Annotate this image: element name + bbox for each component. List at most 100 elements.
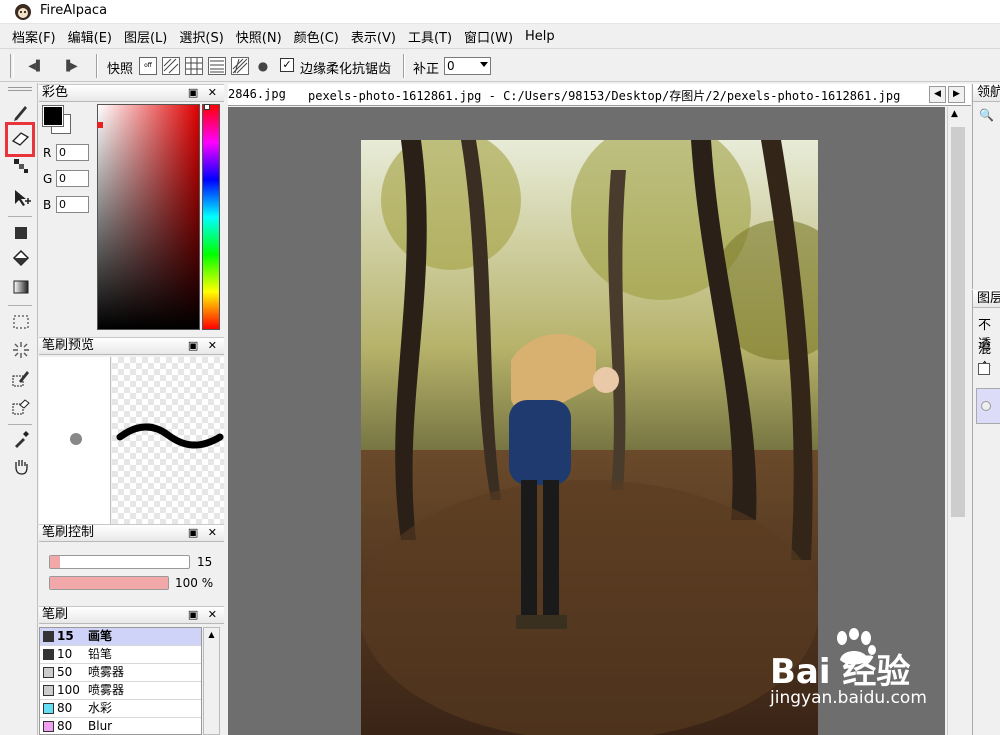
snap-concentric-icon[interactable]: [208, 57, 226, 75]
brush-list-scrollbar[interactable]: ▲: [203, 627, 220, 735]
brush-opacity-slider[interactable]: [49, 576, 169, 590]
brush-panel-header: 笔刷 ▣ ✕: [39, 606, 224, 624]
brush-list-item[interactable]: 50 喷雾器: [40, 664, 201, 682]
menu-snap[interactable]: 快照(N): [236, 27, 282, 46]
sv-marker[interactable]: [97, 122, 103, 128]
brush-preview-panel: 笔刷预览 ▣ ✕: [39, 337, 224, 524]
menu-layer[interactable]: 图层(L): [124, 27, 167, 46]
menu-view[interactable]: 表示(V): [351, 27, 396, 46]
fill-rect-tool-icon[interactable]: [10, 222, 32, 244]
r-input[interactable]: 0: [56, 144, 89, 161]
tab-scroll-right-icon[interactable]: ▶: [948, 86, 965, 103]
canvas-photo[interactable]: [361, 140, 818, 735]
panel-controls-icon[interactable]: ▣ ✕: [188, 338, 220, 354]
brush-size: 15: [57, 629, 74, 643]
brush-list-item[interactable]: 80 Blur: [40, 718, 201, 735]
snap-radial-icon[interactable]: [231, 57, 249, 75]
select-pen-tool-icon[interactable]: [10, 367, 32, 389]
snap-point-icon[interactable]: ●: [254, 57, 272, 75]
rect-select-tool-icon[interactable]: [10, 311, 32, 333]
gradient-tool-icon[interactable]: [10, 276, 32, 298]
menu-help[interactable]: Help: [525, 29, 555, 44]
brush-opacity-value: 100 %: [175, 576, 214, 590]
hue-slider[interactable]: [202, 104, 220, 330]
brush-list-item[interactable]: 10 铅笔: [40, 646, 201, 664]
brush-tip-preview: [39, 357, 111, 524]
scrollbar-thumb[interactable]: [951, 127, 965, 517]
redo-icon[interactable]: ▐▶: [61, 57, 79, 75]
brush-list-item[interactable]: 80 水彩: [40, 700, 201, 718]
brush-list-item[interactable]: 100 喷雾器: [40, 682, 201, 700]
correct-dropdown[interactable]: 0: [444, 57, 491, 75]
menu-bar: 档案(F) 编辑(E) 图层(L) 選択(S) 快照(N) 颜色(C) 表示(V…: [0, 24, 1000, 48]
menu-file[interactable]: 档案(F): [12, 27, 56, 46]
toolbar-grip[interactable]: [10, 54, 14, 78]
watermark-brand: Bai 经验: [770, 652, 911, 692]
toolbar: ◀▌ ▐▶ 快照 off ● ✓ 边缘柔化抗锯齿 补正 0: [0, 48, 1000, 82]
foreground-color-swatch[interactable]: [42, 105, 64, 127]
watermark-url: jingyan.baidu.com: [770, 688, 927, 708]
brush-color-swatch: [43, 667, 54, 678]
document-tab-bar: 2846.jpg pexels-photo-1612861.jpg - C:/U…: [228, 84, 971, 106]
brush-size-fill: [50, 556, 60, 568]
menu-select[interactable]: 選択(S): [179, 27, 223, 46]
layer-row[interactable]: [976, 388, 1000, 424]
select-eraser-tool-icon[interactable]: [10, 395, 32, 417]
brush-panel: 笔刷 ▣ ✕ 15 画笔 10 铅笔 50 喷雾器 100 喷雾器 80 水彩 80 Blur ▲: [39, 606, 224, 735]
b-input[interactable]: 0: [56, 196, 89, 213]
zoom-icon[interactable]: 🔍: [979, 108, 994, 122]
brush-stroke-sample: [116, 423, 224, 449]
magic-wand-tool-icon[interactable]: [10, 339, 32, 361]
panel-controls-icon[interactable]: ▣ ✕: [188, 607, 220, 623]
scroll-up-icon[interactable]: ▲: [951, 109, 958, 119]
brush-size-slider[interactable]: [49, 555, 190, 569]
g-input[interactable]: 0: [56, 170, 89, 187]
menu-color[interactable]: 颜色(C): [294, 27, 339, 46]
snap-grid-icon[interactable]: [185, 57, 203, 75]
layer-visibility-icon[interactable]: [981, 401, 991, 411]
tool-palette-grip[interactable]: [8, 87, 32, 91]
pen-tool-icon[interactable]: [10, 101, 32, 123]
brush-name: 铅笔: [88, 647, 113, 661]
move-tool-icon[interactable]: [10, 187, 32, 209]
app-window: FireAlpaca 档案(F) 编辑(E) 图层(L) 選択(S) 快照(N)…: [0, 0, 1000, 735]
snap-off-icon[interactable]: off: [139, 57, 157, 75]
menu-tools[interactable]: 工具(T): [408, 27, 452, 46]
layer-panel-title: 图层: [973, 290, 1000, 308]
undo-icon[interactable]: ◀▌: [27, 57, 45, 75]
tab-active-document[interactable]: pexels-photo-1612861.jpg - C:/Users/9815…: [308, 87, 900, 104]
tab-scroll-left-icon[interactable]: ◀: [929, 86, 946, 103]
panel-controls-icon[interactable]: ▣ ✕: [188, 525, 220, 541]
brush-control-panel: 笔刷控制 ▣ ✕ 15 100 %: [39, 524, 224, 606]
tab-previous-document[interactable]: 2846.jpg: [228, 87, 286, 101]
brush-size-value: 15: [197, 555, 213, 569]
brush-size: 80: [57, 719, 73, 733]
brush-tip-dot: [70, 433, 82, 445]
brush-control-header: 笔刷控制 ▣ ✕: [39, 524, 224, 542]
brush-color-swatch: [43, 631, 54, 642]
antialias-checkbox[interactable]: ✓: [280, 58, 294, 72]
chevron-down-icon: [480, 62, 488, 67]
eyedropper-tool-icon[interactable]: [10, 428, 32, 450]
hue-marker[interactable]: [204, 104, 210, 110]
brush-size: 80: [57, 701, 73, 715]
eraser-tool-highlight: [5, 122, 35, 157]
baidu-watermark: Bai 经验 jingyan.baidu.com: [770, 628, 1000, 718]
snap-parallel-icon[interactable]: [162, 57, 180, 75]
brush-color-swatch: [43, 721, 54, 732]
saturation-value-picker[interactable]: [97, 104, 200, 330]
toolbar-separator: [403, 54, 405, 78]
tool-separator: [8, 305, 32, 306]
dot-tool-icon[interactable]: [10, 155, 32, 177]
panel-controls-icon[interactable]: ▣ ✕: [188, 85, 220, 101]
brush-list-item[interactable]: 15 画笔: [40, 628, 201, 646]
hand-tool-icon[interactable]: [10, 455, 32, 477]
firealpaca-logo-icon: [15, 4, 31, 20]
scroll-up-icon[interactable]: ▲: [204, 628, 219, 642]
layer-protect-checkbox[interactable]: [978, 363, 990, 375]
menu-edit[interactable]: 编辑(E): [68, 27, 112, 46]
correct-label: 补正: [413, 62, 440, 77]
window-title: FireAlpaca: [40, 3, 108, 18]
menu-window[interactable]: 窗口(W): [464, 27, 513, 46]
bucket-tool-icon[interactable]: [10, 248, 32, 270]
